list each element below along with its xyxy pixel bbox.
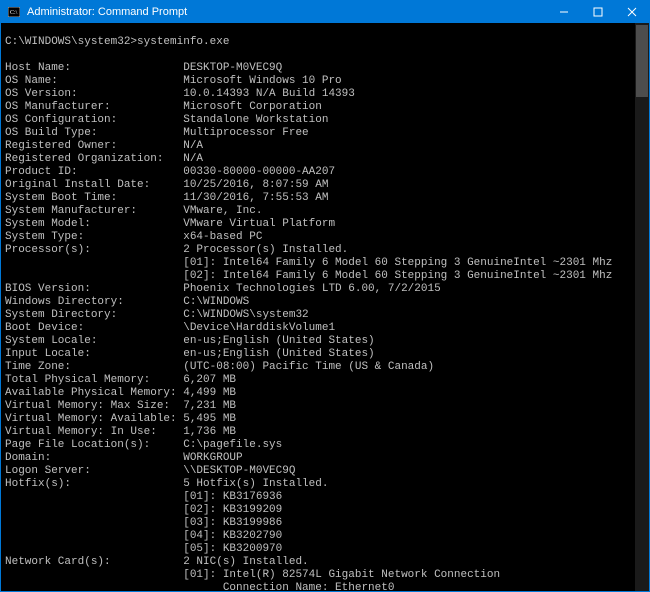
window-title: Administrator: Command Prompt [27,6,547,18]
window-controls [547,1,649,23]
svg-text:C:\: C:\ [10,10,18,16]
minimize-button[interactable] [547,1,581,23]
command-prompt-window: C:\ Administrator: Command Prompt C:\WIN… [0,0,650,592]
close-button[interactable] [615,1,649,23]
maximize-button[interactable] [581,1,615,23]
scrollbar-track[interactable] [635,23,649,591]
cmd-icon: C:\ [7,5,21,19]
terminal-output: C:\WINDOWS\system32>systeminfo.exe Host … [5,36,645,591]
titlebar[interactable]: C:\ Administrator: Command Prompt [1,1,649,23]
scrollbar-thumb[interactable] [636,25,648,97]
terminal-area[interactable]: C:\WINDOWS\system32>systeminfo.exe Host … [1,23,649,591]
